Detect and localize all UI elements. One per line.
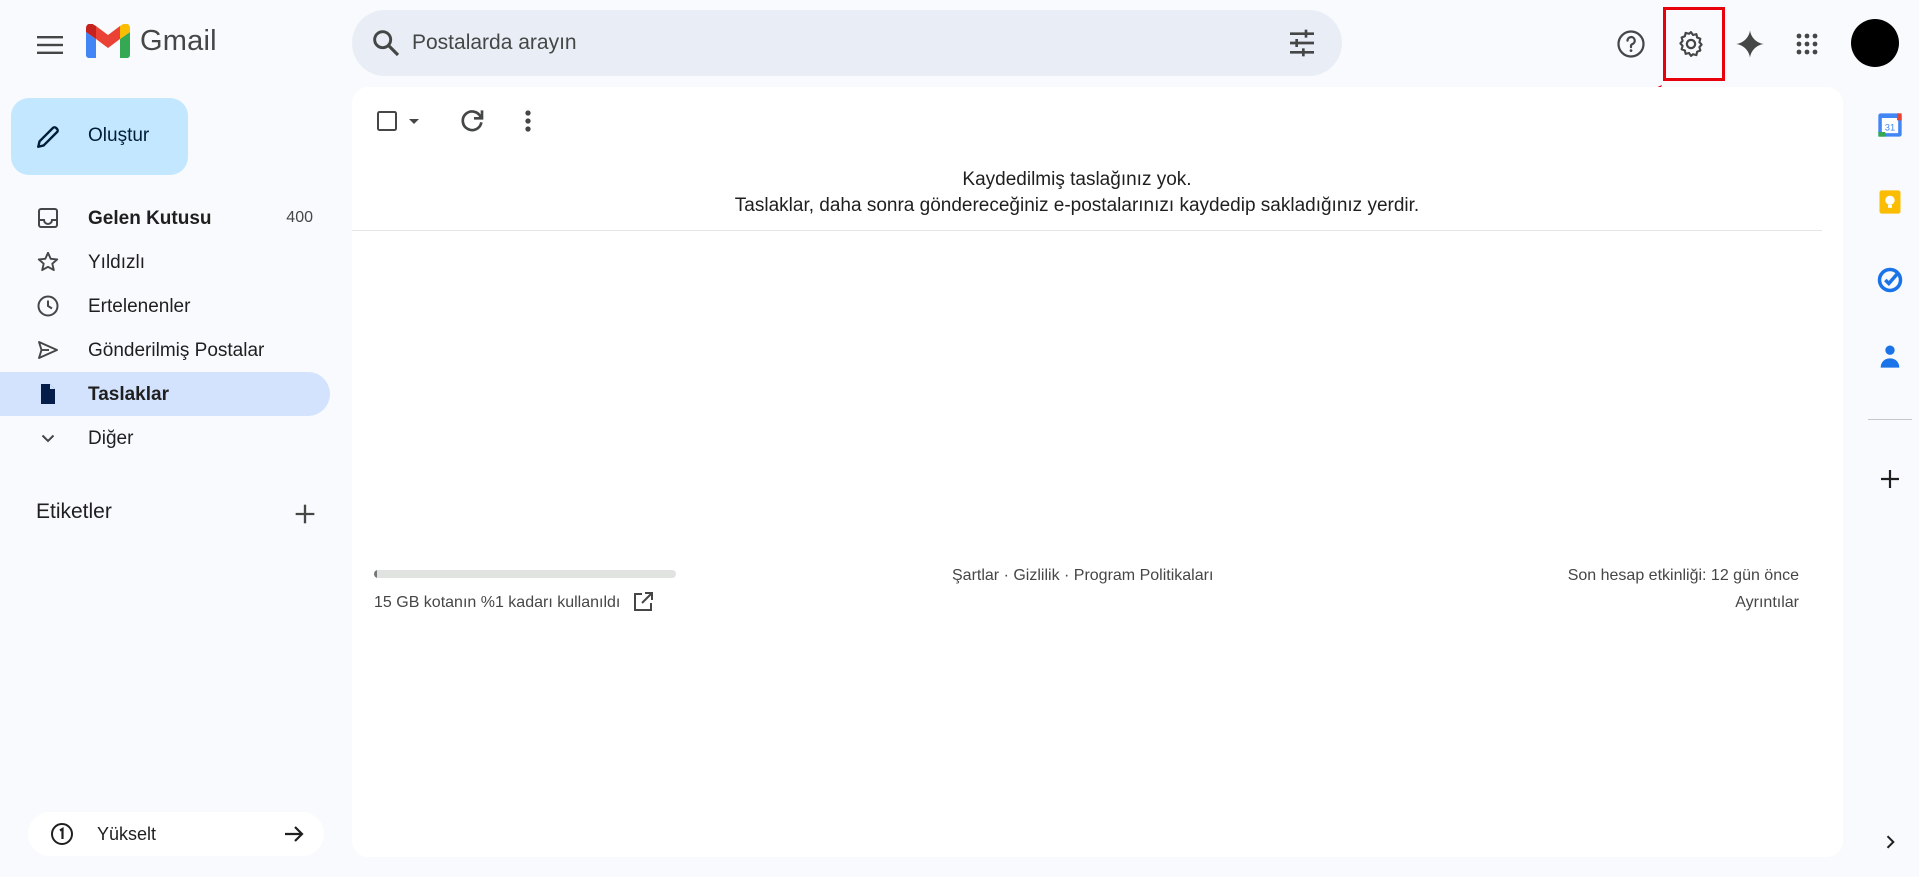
get-addons-button[interactable] bbox=[1868, 457, 1912, 501]
sidebar-item-snoozed[interactable]: Ertelenenler bbox=[0, 284, 330, 328]
open-in-new-icon[interactable] bbox=[631, 590, 655, 614]
more-vertical-icon[interactable] bbox=[512, 105, 544, 137]
divider bbox=[352, 230, 1822, 231]
select-all-checkbox-icon[interactable] bbox=[375, 109, 421, 133]
compose-button[interactable]: Oluştur bbox=[11, 98, 188, 175]
inbox-icon bbox=[38, 208, 58, 228]
sidebar-item-sent[interactable]: Gönderilmiş Postalar bbox=[0, 328, 330, 372]
gemini-button[interactable] bbox=[1726, 20, 1774, 68]
sidebar-item-label: Diğer bbox=[88, 428, 134, 449]
sidebar-item-starred[interactable]: Yıldızlı bbox=[0, 240, 330, 284]
compose-label: Oluştur bbox=[88, 125, 150, 146]
upgrade-badge-icon bbox=[51, 823, 73, 845]
clock-icon bbox=[37, 295, 59, 317]
sidebar-item-label: Gönderilmiş Postalar bbox=[88, 340, 265, 361]
main-panel: Kaydedilmiş taslağınız yok. Taslaklar, d… bbox=[352, 87, 1843, 857]
google-apps-button[interactable] bbox=[1783, 20, 1831, 68]
refresh-icon[interactable] bbox=[456, 105, 488, 137]
app-name: Gmail bbox=[140, 24, 217, 57]
upgrade-label: Yükselt bbox=[97, 824, 157, 844]
sidebar-item-more[interactable]: Diğer bbox=[0, 416, 330, 460]
tasks-app-button[interactable] bbox=[1868, 258, 1912, 302]
search-options-icon[interactable] bbox=[1286, 27, 1318, 59]
side-panel-divider bbox=[1868, 419, 1912, 420]
empty-state-title: Kaydedilmiş taslağınız yok. bbox=[962, 169, 1192, 190]
storage-usage-text: 15 GB kotanın %1 kadarı kullanıldı bbox=[374, 594, 621, 611]
plus-icon bbox=[1881, 470, 1899, 488]
sidebar-item-label: Gelen Kutusu bbox=[88, 208, 212, 229]
gmail-logo[interactable]: Gmail bbox=[86, 24, 217, 58]
keep-lightbulb-icon bbox=[1879, 190, 1901, 214]
keep-app-button[interactable] bbox=[1868, 180, 1912, 224]
star-icon bbox=[37, 251, 59, 272]
chevron-right-icon bbox=[1886, 835, 1895, 849]
help-icon bbox=[1617, 30, 1645, 58]
empty-state-description: Taslaklar, daha sonra göndereceğiniz e-p… bbox=[734, 195, 1420, 216]
storage-progress-bar bbox=[374, 570, 676, 578]
sidebar-item-inbox[interactable]: Gelen Kutusu 400 bbox=[0, 196, 330, 240]
search-bar bbox=[352, 10, 1342, 76]
details-link[interactable]: Ayrıntılar bbox=[1735, 594, 1799, 612]
search-input[interactable] bbox=[412, 10, 1212, 76]
sidebar-item-label: Taslaklar bbox=[88, 384, 169, 405]
contacts-person-icon bbox=[1880, 345, 1900, 368]
search-icon[interactable] bbox=[370, 27, 402, 59]
header: Gmail bbox=[0, 0, 1919, 87]
tasks-check-icon bbox=[1877, 267, 1903, 293]
main-menu-button[interactable] bbox=[26, 21, 74, 69]
help-button[interactable] bbox=[1607, 20, 1655, 68]
empty-state: Kaydedilmiş taslağınız yok. Taslaklar, d… bbox=[352, 167, 1802, 219]
gmail-m-icon bbox=[86, 24, 130, 58]
list-toolbar bbox=[352, 87, 1843, 149]
sidebar-item-label: Yıldızlı bbox=[88, 252, 146, 273]
sidebar-nav: Gelen Kutusu 400 Yıldızlı Ertelenenler G… bbox=[0, 196, 330, 460]
arrow-right-icon bbox=[285, 826, 304, 842]
pencil-icon bbox=[37, 126, 59, 148]
gemini-sparkle-icon bbox=[1736, 30, 1764, 58]
sidebar-item-drafts[interactable]: Taslaklar bbox=[0, 372, 330, 416]
add-label-icon[interactable] bbox=[291, 500, 319, 528]
contacts-app-button[interactable] bbox=[1868, 334, 1912, 378]
chevron-down-icon bbox=[41, 434, 55, 443]
settings-highlight-box bbox=[1663, 7, 1725, 81]
last-activity-text: Son hesap etkinliği: 12 gün önce bbox=[1567, 567, 1799, 584]
footer-policy-links[interactable]: Şartlar · Gizlilik · Program Politikalar… bbox=[952, 567, 1213, 585]
unread-count: 400 bbox=[286, 209, 313, 226]
calendar-app-button[interactable]: 31 bbox=[1868, 103, 1912, 147]
labels-heading: Etiketler bbox=[36, 500, 112, 523]
sidebar-item-label: Ertelenenler bbox=[88, 296, 191, 317]
storage-progress-fill bbox=[374, 570, 378, 578]
draft-icon bbox=[41, 384, 55, 404]
show-side-panel-button[interactable] bbox=[1872, 824, 1908, 860]
calendar-icon: 31 bbox=[1878, 113, 1902, 137]
svg-text:31: 31 bbox=[1885, 122, 1895, 132]
send-icon bbox=[38, 341, 58, 359]
hamburger-menu-icon bbox=[37, 36, 63, 54]
account-avatar[interactable] bbox=[1851, 19, 1899, 67]
upgrade-button[interactable]: Yükselt bbox=[28, 812, 324, 856]
apps-grid-icon bbox=[1796, 33, 1818, 55]
